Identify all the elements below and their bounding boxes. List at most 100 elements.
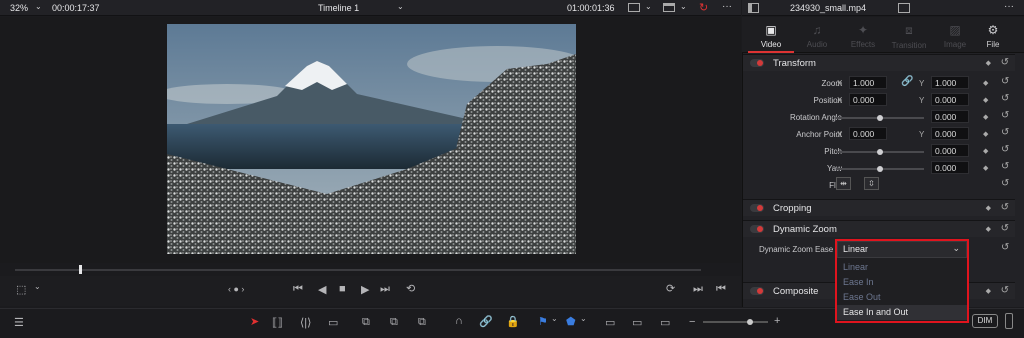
transform-enable-toggle[interactable] xyxy=(750,59,764,67)
stop-icon[interactable]: ■ xyxy=(339,283,346,295)
keyframe-icon[interactable]: ◆ xyxy=(986,287,991,295)
timeline-options-icon[interactable]: ☰ xyxy=(14,316,24,329)
go-to-start-icon[interactable]: ⏮ xyxy=(293,283,303,296)
zoom-custom-icon[interactable]: ▭ xyxy=(660,316,670,329)
more-options-icon[interactable]: ··· xyxy=(1004,1,1014,12)
zoom-full-icon[interactable]: ▭ xyxy=(605,316,615,329)
zoom-slider[interactable] xyxy=(703,319,768,325)
flip-horizontal-icon[interactable]: ⇹ xyxy=(836,177,851,190)
timeline-name[interactable]: Timeline 1 xyxy=(318,3,359,13)
reset-icon[interactable]: ↺ xyxy=(1001,57,1009,68)
chevron-down-icon[interactable]: ⌄ xyxy=(680,2,687,11)
link-icon[interactable]: 🔗 xyxy=(901,76,913,87)
rotation-slider[interactable] xyxy=(836,115,924,121)
chevron-down-icon[interactable]: ⌄ xyxy=(397,2,404,11)
position-y-field[interactable]: 0.000 xyxy=(931,93,969,106)
chevron-down-icon[interactable]: ⌄ xyxy=(35,2,42,11)
insert-clip-icon[interactable]: ⧉ xyxy=(362,316,370,329)
slider-handle[interactable] xyxy=(877,166,883,172)
reset-icon[interactable]: ↺ xyxy=(1001,285,1009,296)
link-icon[interactable]: 🔗 xyxy=(479,315,493,328)
yaw-slider[interactable] xyxy=(836,166,924,172)
zoom-level[interactable]: 32% xyxy=(10,3,28,13)
pitch-field[interactable]: 0.000 xyxy=(931,144,969,157)
selection-tool-icon[interactable]: ➤ xyxy=(250,315,259,328)
snapping-icon[interactable]: ∩ xyxy=(455,315,463,327)
chevron-down-icon[interactable]: ⌄ xyxy=(645,2,652,11)
dynamic-zoom-section-header[interactable]: Dynamic Zoom ◆ ↺ xyxy=(743,220,1015,237)
lock-icon[interactable]: 🔒 xyxy=(506,315,520,328)
keyframe-icon[interactable]: ◆ xyxy=(983,113,988,121)
zoom-x-field[interactable]: 1.000 xyxy=(849,76,887,89)
tab-effects[interactable]: ✦ Effects xyxy=(840,17,886,53)
overwrite-clip-icon[interactable]: ⧉ xyxy=(390,316,398,329)
transform-section-header[interactable]: Transform ◆ ↺ xyxy=(743,54,1015,71)
slider-handle[interactable] xyxy=(877,149,883,155)
tab-video[interactable]: ▣ Video xyxy=(748,17,794,53)
tab-audio[interactable]: ♫ Audio xyxy=(794,17,840,53)
dim-button[interactable]: DIM xyxy=(972,314,998,328)
reverse-icon[interactable]: ◀ xyxy=(318,283,326,296)
blade-tool-icon[interactable]: ▭ xyxy=(328,316,338,329)
reset-icon[interactable]: ↺ xyxy=(1001,242,1009,253)
monitor-icon[interactable] xyxy=(663,3,675,12)
tab-transition[interactable]: ⧈ Transition xyxy=(886,17,932,53)
chevron-down-icon[interactable]: ⌄ xyxy=(580,314,587,323)
play-icon[interactable]: ▶ xyxy=(361,283,369,296)
playback-sync-icon[interactable]: ↻ xyxy=(699,1,708,14)
zoom-out-icon[interactable]: − xyxy=(689,316,695,328)
viewer-mode-icon[interactable] xyxy=(628,3,640,12)
replace-clip-icon[interactable]: ⧉ xyxy=(418,316,426,329)
zoom-in-icon[interactable]: + xyxy=(774,315,780,327)
timeline-scrubber[interactable] xyxy=(15,269,701,271)
reset-icon[interactable]: ↺ xyxy=(1001,93,1009,104)
keyframe-icon[interactable]: ◆ xyxy=(983,147,988,155)
zoom-y-field[interactable]: 1.000 xyxy=(931,76,969,89)
jog-icon[interactable]: ‹ ● › xyxy=(228,284,244,294)
cropping-enable-toggle[interactable] xyxy=(750,204,764,212)
keyframe-icon[interactable]: ◆ xyxy=(986,59,991,67)
composite-enable-toggle[interactable] xyxy=(750,287,764,295)
anchor-y-field[interactable]: 0.000 xyxy=(931,127,969,140)
reset-icon[interactable]: ↺ xyxy=(1001,144,1009,155)
match-frame-icon[interactable]: ⟳ xyxy=(666,282,675,295)
more-options-icon[interactable]: ··· xyxy=(722,1,732,12)
panel-toggle-icon[interactable] xyxy=(898,3,910,13)
marker-icon[interactable]: ⬟ xyxy=(566,315,576,328)
pitch-slider[interactable] xyxy=(836,149,924,155)
trim-tool-icon[interactable]: ⟦⟧ xyxy=(272,316,283,329)
chevron-down-icon[interactable]: ⌄ xyxy=(34,282,41,291)
reset-icon[interactable]: ↺ xyxy=(1001,161,1009,172)
keyframe-icon[interactable]: ◆ xyxy=(983,164,988,172)
keyframe-icon[interactable]: ◆ xyxy=(983,96,988,104)
next-clip-icon[interactable]: ⏭ xyxy=(693,283,703,296)
first-frame-icon[interactable]: ⏮ xyxy=(716,283,726,296)
reset-icon[interactable]: ↺ xyxy=(1001,110,1009,121)
frame-icon[interactable]: ⬚ xyxy=(16,283,26,296)
anchor-x-field[interactable]: 0.000 xyxy=(849,127,887,140)
keyframe-icon[interactable]: ◆ xyxy=(983,79,988,87)
tab-file[interactable]: ⚙ File xyxy=(970,17,1016,53)
keyframe-icon[interactable]: ◆ xyxy=(986,204,991,212)
dynamic-trim-icon[interactable]: ⟨|⟩ xyxy=(300,316,311,329)
reset-icon[interactable]: ↺ xyxy=(1001,76,1009,87)
cropping-section-header[interactable]: Cropping ◆ ↺ xyxy=(743,199,1015,216)
flip-vertical-icon[interactable]: ⇳ xyxy=(864,177,879,190)
loop-icon[interactable]: ⟲ xyxy=(406,282,415,295)
zoom-detail-icon[interactable]: ▭ xyxy=(632,316,642,329)
yaw-field[interactable]: 0.000 xyxy=(931,161,969,174)
playhead[interactable] xyxy=(79,265,82,274)
position-x-field[interactable]: 0.000 xyxy=(849,93,887,106)
reset-icon[interactable]: ↺ xyxy=(1001,223,1009,234)
slider-handle[interactable] xyxy=(747,319,753,325)
audio-meter-icon[interactable] xyxy=(1005,313,1013,329)
flag-icon[interactable]: ⚑ xyxy=(538,315,548,328)
reset-icon[interactable]: ↺ xyxy=(1001,127,1009,138)
rotation-field[interactable]: 0.000 xyxy=(931,110,969,123)
dynamic-zoom-enable-toggle[interactable] xyxy=(750,225,764,233)
keyframe-icon[interactable]: ◆ xyxy=(986,225,991,233)
keyframe-icon[interactable]: ◆ xyxy=(983,130,988,138)
go-to-end-icon[interactable]: ⏭ xyxy=(380,283,390,296)
reset-icon[interactable]: ↺ xyxy=(1001,202,1009,213)
reset-icon[interactable]: ↺ xyxy=(1001,178,1009,189)
